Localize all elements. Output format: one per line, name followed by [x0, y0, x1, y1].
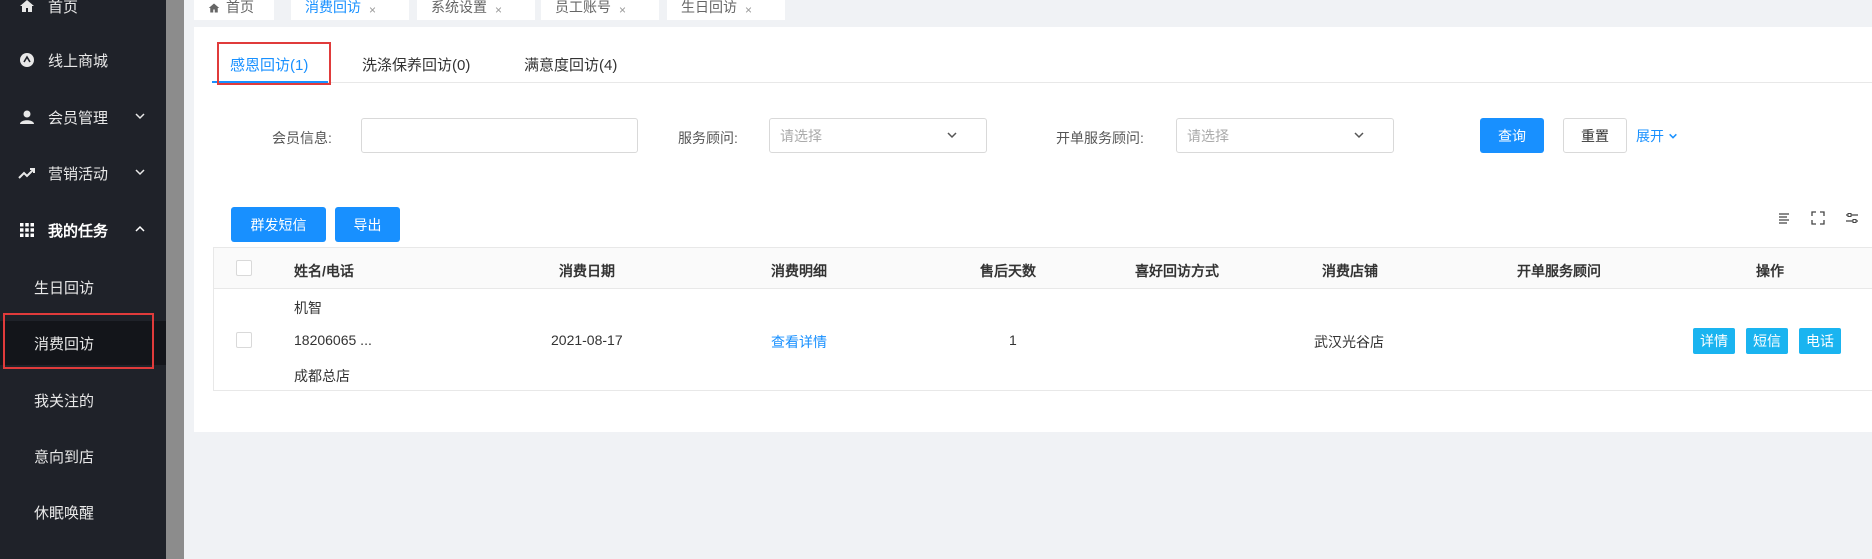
- sidebar-subitem-intent[interactable]: 意向到店: [0, 434, 166, 478]
- column-header: 消费日期: [559, 263, 615, 279]
- close-icon[interactable]: ×: [619, 3, 626, 17]
- column-header: 售后天数: [980, 263, 1036, 279]
- column-header: 开单服务顾问: [1517, 263, 1601, 279]
- after-sale-days: 1: [1009, 332, 1017, 348]
- sidebar-item-store[interactable]: 线上商城: [0, 40, 166, 80]
- tab-home[interactable]: 首页: [194, 0, 274, 20]
- sidebar-item-members[interactable]: 会员管理: [0, 97, 166, 137]
- view-detail-link[interactable]: 查看详情: [771, 332, 827, 352]
- customer-name: 机智: [294, 300, 322, 316]
- column-header: 姓名/电话: [294, 263, 354, 279]
- chevron-down-icon: [946, 128, 958, 144]
- tab-system-settings[interactable]: 系统设置 ×: [417, 0, 535, 20]
- grid-icon: [18, 221, 36, 239]
- trend-icon: [18, 164, 36, 182]
- subtab-satisfaction[interactable]: 满意度回访(4): [524, 54, 617, 75]
- sidebar-subitem-consumption[interactable]: 消费回访: [0, 321, 166, 365]
- close-icon[interactable]: ×: [495, 3, 502, 17]
- tab-label: 系统设置: [431, 0, 487, 15]
- bulk-sms-button[interactable]: 群发短信: [231, 207, 326, 242]
- expand-link[interactable]: 展开: [1636, 126, 1678, 146]
- sidebar-subitem-dormant[interactable]: 休眠唤醒: [0, 490, 166, 534]
- chevron-down-icon: [1669, 133, 1677, 139]
- sidebar-item-label: 线上商城: [48, 52, 109, 70]
- user-icon: [18, 108, 36, 126]
- query-button[interactable]: 查询: [1480, 118, 1544, 153]
- chevron-down-icon: [134, 109, 146, 126]
- chevron-down-icon: [1353, 128, 1365, 144]
- density-icon[interactable]: [1777, 211, 1793, 227]
- consumption-shop: 武汉光谷店: [1314, 334, 1384, 350]
- active-tab-indicator: [212, 81, 328, 83]
- page-tabs: 首页 消费回访 × 系统设置 × 员工账号 × 生日回访 ×: [194, 0, 1872, 20]
- sidebar-item-label: 会员管理: [48, 109, 109, 127]
- tab-label: 消费回访: [305, 0, 361, 15]
- sidebar-item-label: 首页: [48, 0, 79, 16]
- column-header: 喜好回访方式: [1135, 263, 1219, 279]
- tab-label: 生日回访: [681, 0, 737, 15]
- expand-label: 展开: [1636, 128, 1664, 144]
- sidebar-subitem-followed[interactable]: 我关注的: [0, 378, 166, 422]
- service-advisor-select[interactable]: 请选择: [769, 118, 987, 153]
- tab-birthday[interactable]: 生日回访 ×: [667, 0, 785, 20]
- detail-button[interactable]: 详情: [1693, 328, 1735, 354]
- subtab-gratitude[interactable]: 感恩回访(1): [230, 54, 308, 75]
- store-icon: [18, 51, 36, 69]
- sidebar-item-label: 我的任务: [48, 222, 109, 240]
- tab-label: 首页: [226, 0, 254, 15]
- sidebar-item-marketing[interactable]: 营销活动: [0, 153, 166, 193]
- select-placeholder: 请选择: [1187, 127, 1229, 144]
- column-header: 操作: [1756, 263, 1784, 279]
- select-all-checkbox[interactable]: [236, 260, 252, 276]
- select-placeholder: 请选择: [780, 127, 822, 144]
- sidebar-item-my-tasks[interactable]: 我的任务: [0, 210, 166, 250]
- column-header: 消费店铺: [1322, 263, 1378, 279]
- member-info-label: 会员信息:: [272, 130, 332, 146]
- customer-phone: 18206065 ...: [294, 332, 372, 348]
- fullscreen-icon[interactable]: [1811, 211, 1827, 227]
- sidebar-subitem-birthday[interactable]: 生日回访: [0, 265, 166, 309]
- order-advisor-label: 开单服务顾问:: [1056, 130, 1144, 146]
- chevron-down-icon: [134, 165, 146, 182]
- order-advisor-select[interactable]: 请选择: [1176, 118, 1394, 153]
- sub-tabs: 感恩回访(1) 洗涤保养回访(0) 满意度回访(4): [212, 28, 1872, 83]
- sidebar-item-label: 营销活动: [48, 165, 109, 183]
- column-header: 消费明细: [771, 263, 827, 279]
- member-info-input[interactable]: [361, 118, 638, 153]
- export-button[interactable]: 导出: [335, 207, 400, 242]
- subtab-washing[interactable]: 洗涤保养回访(0): [362, 54, 470, 75]
- call-button[interactable]: 电话: [1799, 328, 1841, 354]
- close-icon[interactable]: ×: [745, 3, 752, 17]
- customer-store: 成都总店: [294, 368, 350, 384]
- sidebar-scrollbar[interactable]: [166, 0, 184, 559]
- sidebar-item-home[interactable]: 首页: [0, 0, 166, 26]
- table-header: 姓名/电话 消费日期 消费明细 售后天数 喜好回访方式 消费店铺 开单服务顾问 …: [213, 247, 1872, 289]
- row-checkbox[interactable]: [236, 332, 252, 348]
- tab-staff-accounts[interactable]: 员工账号 ×: [541, 0, 659, 20]
- service-advisor-label: 服务顾问:: [678, 130, 738, 146]
- home-icon: [18, 0, 36, 15]
- tab-label: 员工账号: [555, 0, 611, 15]
- sidebar: 首页 线上商城 会员管理 营销活动 我的任务 生日回访 消费回访 我关注的 意向…: [0, 0, 166, 559]
- consumption-date: 2021-08-17: [551, 332, 623, 348]
- reset-button[interactable]: 重置: [1563, 118, 1627, 153]
- chevron-up-icon: [134, 222, 146, 239]
- table-row: 机智 18206065 ... 成都总店 2021-08-17 查看详情 1 武…: [213, 289, 1872, 391]
- sms-button[interactable]: 短信: [1746, 328, 1788, 354]
- tab-consumption[interactable]: 消费回访 ×: [291, 0, 409, 20]
- home-icon: [208, 1, 220, 17]
- close-icon[interactable]: ×: [369, 3, 376, 17]
- column-settings-icon[interactable]: [1845, 211, 1861, 227]
